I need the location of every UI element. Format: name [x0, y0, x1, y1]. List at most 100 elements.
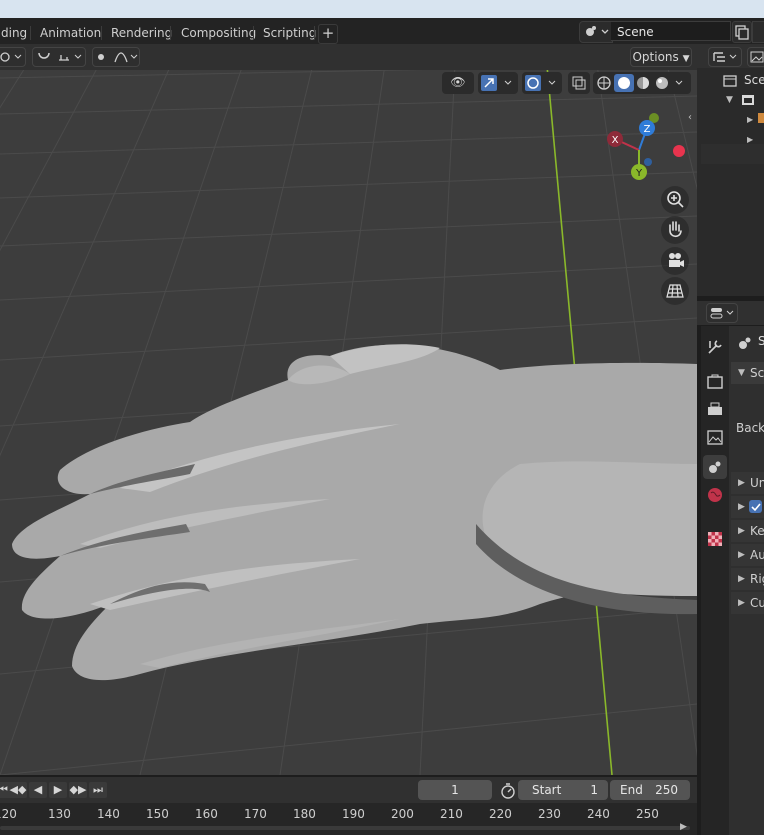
- wrench-icon: [708, 340, 722, 354]
- chevron-down-icon: ▼: [738, 368, 745, 378]
- visibility-toggle-button[interactable]: 👁: [442, 72, 474, 94]
- panel-label-rigid-body: Rig: [750, 572, 764, 586]
- printer-icon: [708, 402, 722, 415]
- z-negative-axis-ball[interactable]: [644, 158, 652, 166]
- background-label: Backg: [736, 421, 764, 435]
- frame-tick-label: 220: [489, 807, 512, 821]
- viewport-scene: [0, 44, 697, 775]
- x-axis-label: X: [612, 135, 619, 146]
- expand-arrow-icon[interactable]: ▶: [747, 115, 753, 124]
- scene-icon: [586, 26, 609, 36]
- frame-tick-label: 180: [293, 807, 316, 821]
- frame-tick-label: 240: [587, 807, 610, 821]
- scene-name-field[interactable]: Scene: [611, 21, 731, 41]
- frame-tick-label: 150: [146, 807, 169, 821]
- 3d-viewport[interactable]: [0, 44, 697, 775]
- outliner-scene-label: Scen: [744, 73, 764, 87]
- camera-view-button[interactable]: [661, 247, 689, 275]
- shading-icons: [597, 74, 683, 92]
- view-layer-tab[interactable]: [703, 426, 727, 450]
- timeline-scrollbar[interactable]: [0, 826, 690, 830]
- scene-context-icon: [737, 335, 753, 354]
- properties-title: S: [758, 334, 764, 348]
- outliner-header: [697, 44, 764, 68]
- tool-tab[interactable]: [703, 335, 727, 359]
- sidebar-toggle-icon[interactable]: ‹: [688, 112, 692, 123]
- tab-divider: [101, 26, 102, 40]
- shading-mode-selector[interactable]: [593, 72, 691, 94]
- scene-collection-icon: [723, 75, 737, 87]
- outliner-row[interactable]: [701, 144, 764, 164]
- current-frame-field[interactable]: 1: [418, 780, 492, 800]
- hand-icon: [669, 221, 682, 238]
- end-frame-field[interactable]: End 250: [610, 780, 690, 800]
- outliner-display-mode-button[interactable]: [708, 47, 742, 67]
- zoom-view-button[interactable]: [661, 186, 689, 214]
- proportional-icon: [98, 52, 138, 63]
- jump-to-keyframe-forward-button[interactable]: ◆▶: [69, 782, 87, 798]
- new-scene-button[interactable]: [732, 21, 752, 43]
- overlays-toggle-button[interactable]: [522, 72, 562, 94]
- start-frame-field[interactable]: Start 1: [518, 780, 608, 800]
- world-tab[interactable]: [703, 483, 727, 507]
- camera-object-icon: [758, 113, 764, 123]
- tab-animation[interactable]: Animation: [33, 22, 108, 44]
- xray-icon: [572, 76, 586, 90]
- chevron-right-icon: ▶: [738, 574, 745, 584]
- jump-to-keyframe-back-button[interactable]: ◀◆: [9, 782, 27, 798]
- play-button[interactable]: ▶: [49, 782, 67, 798]
- expand-arrow-icon[interactable]: ▶: [747, 135, 753, 144]
- scene-selector-button[interactable]: [579, 21, 613, 43]
- chevron-right-icon: ▶: [738, 478, 745, 488]
- jump-to-end-button[interactable]: ⏭: [89, 782, 107, 798]
- frame-tick-label: 190: [342, 807, 365, 821]
- texture-tab[interactable]: [703, 527, 727, 551]
- render-tab[interactable]: [703, 370, 727, 394]
- checkmark-icon: [751, 503, 761, 512]
- outliner-icon: [713, 52, 737, 62]
- transform-orientation-button[interactable]: [0, 47, 26, 67]
- scene-section-label: Sc: [750, 366, 764, 380]
- output-tab[interactable]: [703, 398, 727, 422]
- chevron-right-icon: ▶: [738, 598, 745, 608]
- gizmo-icon: [481, 75, 512, 91]
- stopwatch-icon[interactable]: [498, 781, 518, 801]
- panel-label-custom-properties: Cu: [750, 596, 764, 610]
- scene-tab[interactable]: [703, 455, 727, 479]
- frame-tick-label: 250: [636, 807, 659, 821]
- grid-perspective-icon: [666, 284, 684, 298]
- view-layer-icon: [707, 430, 723, 445]
- checker-icon: [708, 532, 722, 546]
- xray-toggle-button[interactable]: [568, 72, 590, 94]
- add-workspace-button[interactable]: +: [318, 24, 338, 44]
- frame-tick-label: 130: [48, 807, 71, 821]
- expand-arrow-icon[interactable]: ▼: [726, 95, 733, 105]
- collection-icon: [740, 93, 756, 110]
- frame-tick-label: 160: [195, 807, 218, 821]
- camera-icon: [669, 253, 684, 267]
- tab-divider: [30, 26, 31, 40]
- proportional-editing-button[interactable]: [92, 47, 140, 67]
- play-reverse-button[interactable]: ◀: [29, 782, 47, 798]
- outliner-scene-row[interactable]: [722, 74, 738, 91]
- snapping-button[interactable]: [32, 47, 86, 67]
- projection-toggle-button[interactable]: [661, 277, 689, 305]
- tab-compositing[interactable]: Compositing: [174, 22, 263, 44]
- gravity-checkbox[interactable]: [749, 500, 762, 513]
- frame-tick-label: 200: [391, 807, 414, 821]
- chevron-right-icon: ▶: [738, 550, 745, 560]
- y-axis-label: Y: [635, 168, 643, 179]
- gizmo-toggle-button[interactable]: [478, 72, 518, 94]
- start-value: 1: [590, 783, 598, 797]
- tab-rendering[interactable]: Rendering: [104, 22, 179, 44]
- pan-view-button[interactable]: [661, 216, 689, 244]
- outliner-filter-button[interactable]: [747, 47, 764, 67]
- start-label: Start: [532, 783, 562, 797]
- x-positive-axis-ball[interactable]: [673, 145, 685, 157]
- navigation-gizmo[interactable]: Z X Y: [603, 108, 693, 184]
- properties-editor-type-button[interactable]: [706, 303, 738, 323]
- tab-divider: [253, 26, 254, 40]
- scroll-right-icon[interactable]: ▶: [680, 822, 687, 832]
- scene-more-button[interactable]: [752, 21, 764, 43]
- options-dropdown[interactable]: Options ▼: [630, 47, 692, 67]
